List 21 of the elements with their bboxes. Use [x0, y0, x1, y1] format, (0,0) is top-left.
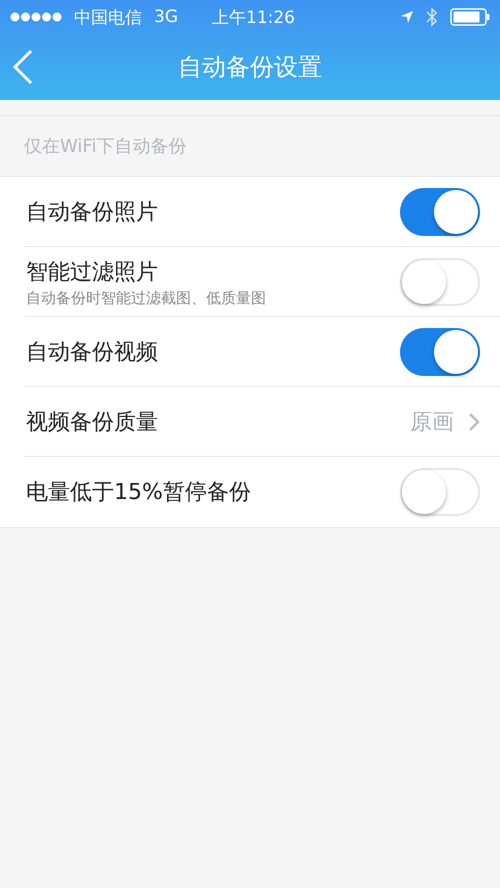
toggle-switch[interactable]: [400, 328, 480, 376]
setting-label: 电量低于15%暂停备份: [26, 479, 252, 507]
bluetooth-icon: [426, 7, 438, 27]
section-header: 仅在WiFi下自动备份: [24, 135, 186, 158]
status-time: 上午11:26: [212, 6, 295, 28]
network-type: 3G: [154, 7, 178, 27]
chevron-right-icon: [468, 412, 480, 432]
location-icon: [400, 10, 414, 24]
signal-icon: [10, 12, 62, 22]
setting-label: 自动备份照片: [26, 199, 159, 227]
toggle-switch[interactable]: [400, 188, 480, 236]
carrier-name: 中国电信: [74, 6, 142, 28]
setting-label: 自动备份视频: [26, 339, 159, 367]
setting-description: 自动备份时智能过滤截图、低质量图: [26, 288, 267, 308]
setting-value: 原画: [410, 409, 454, 437]
page-title: 自动备份设置: [178, 52, 322, 83]
setting-label: 视频备份质量: [26, 409, 159, 437]
toggle-switch[interactable]: [400, 468, 480, 516]
battery-icon: [450, 8, 490, 26]
setting-label: 智能过滤照片: [26, 258, 159, 286]
toggle-switch[interactable]: [400, 258, 480, 306]
